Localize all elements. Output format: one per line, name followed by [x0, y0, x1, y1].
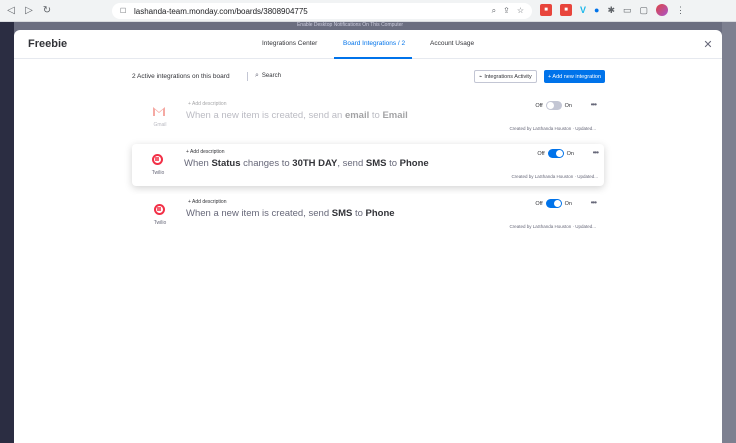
search-icon: ⌕: [255, 72, 259, 79]
app-left-rail: [0, 22, 14, 443]
more-icon[interactable]: •••: [593, 148, 599, 157]
forward-icon[interactable]: ▷: [22, 4, 36, 18]
twilio-icon: [151, 153, 163, 165]
recipe-sentence[interactable]: When a new item is created, send an emai…: [186, 110, 408, 121]
sidebar-icon[interactable]: ▭: [623, 5, 632, 16]
extension-icon[interactable]: ■: [540, 4, 552, 16]
tab-icon[interactable]: ▢: [640, 5, 649, 16]
search-button[interactable]: ⌕ Search: [255, 72, 281, 80]
gmail-icon: [153, 105, 165, 117]
active-integrations-count: 2 Active integrations on this board: [132, 73, 230, 80]
url-text: lashanda-team.monday.com/boards/38089047…: [134, 6, 308, 16]
created-by: Created by LaShanda Houston · Updated...: [509, 126, 596, 131]
integrations-modal: Freebie Integrations Center Board Integr…: [14, 30, 722, 443]
close-icon[interactable]: ✕: [702, 38, 714, 51]
activity-icon: ⌁: [479, 73, 483, 80]
twilio-icon: [153, 203, 165, 215]
integration-toggle-group: Off On: [535, 199, 572, 208]
toggle-on-label: On: [564, 200, 572, 207]
toggle-off-label: Off: [535, 200, 543, 207]
integration-card-gmail[interactable]: Gmail + Add description When a new item …: [134, 96, 602, 138]
search-label: Search: [261, 73, 281, 79]
integration-card-twilio-new-item[interactable]: Twilio + Add description When a new item…: [134, 194, 602, 236]
more-icon[interactable]: •••: [591, 198, 597, 207]
recipe-sentence[interactable]: When a new item is created, send SMS to …: [186, 208, 395, 219]
address-bar[interactable]: ☐ lashanda-team.monday.com/boards/380890…: [112, 3, 532, 19]
add-description-link[interactable]: + Add description: [188, 199, 227, 205]
recipe-sentence[interactable]: When Status changes to 30TH DAY, send SM…: [184, 158, 429, 169]
tab-account-usage[interactable]: Account Usage: [430, 40, 474, 47]
add-integration-button[interactable]: + Add new integration: [544, 70, 606, 83]
integration-toggle[interactable]: [545, 199, 562, 208]
toggle-off-label: Off: [537, 150, 545, 157]
extension-icon[interactable]: ●: [594, 5, 599, 15]
app-right-rail: [722, 22, 736, 443]
notification-banner: Enable Desktop Notifications On This Com…: [296, 22, 404, 28]
service-name: Gmail: [153, 122, 167, 128]
star-icon[interactable]: ☆: [517, 6, 524, 16]
bookmark-icon[interactable]: ☐: [120, 7, 128, 15]
puzzle-icon[interactable]: ✱: [607, 5, 615, 16]
tab-bar: Freebie Integrations Center Board Integr…: [14, 30, 722, 59]
reload-icon[interactable]: ↻: [40, 4, 54, 18]
toggle-off-label: Off: [535, 102, 543, 109]
active-tab-indicator: [334, 57, 412, 59]
browser-toolbar: ◁ ▷ ↻ ☐ lashanda-team.monday.com/boards/…: [0, 0, 736, 22]
toggle-on-label: On: [566, 150, 574, 157]
created-by: Created by LaShanda Houston · Updated...: [509, 224, 596, 229]
service-name: Twilio: [153, 220, 167, 226]
vimeo-icon[interactable]: V: [580, 5, 586, 15]
toolbar-divider: [247, 72, 248, 81]
integrations-activity-label: Integrations Activity: [484, 73, 532, 80]
menu-icon[interactable]: ⋮: [676, 5, 685, 16]
integration-toggle-group: Off On: [537, 149, 574, 158]
add-description-link[interactable]: + Add description: [188, 101, 227, 107]
integration-toggle[interactable]: [545, 101, 562, 110]
back-icon[interactable]: ◁: [4, 4, 18, 18]
toggle-on-label: On: [564, 102, 572, 109]
share-icon[interactable]: ⇪: [503, 6, 510, 16]
extensions-bar: ■ ■ V ● ✱ ▭ ▢ ⋮: [540, 4, 685, 16]
created-by: Created by LaShanda Houston · Updated...: [511, 174, 598, 179]
integration-toggle[interactable]: [547, 149, 564, 158]
add-description-link[interactable]: + Add description: [186, 149, 225, 155]
integration-card-twilio-status[interactable]: Twilio + Add description When Status cha…: [132, 144, 604, 186]
more-icon[interactable]: •••: [591, 100, 597, 109]
integration-toggle-group: Off On: [535, 101, 572, 110]
service-name: Twilio: [151, 170, 165, 176]
tab-board-integrations[interactable]: Board Integrations / 2: [343, 40, 405, 47]
extension-icon[interactable]: ■: [560, 4, 572, 16]
zoom-icon[interactable]: ⌕: [492, 6, 496, 16]
integrations-activity-button[interactable]: ⌁ Integrations Activity: [474, 70, 537, 83]
tab-integrations-center[interactable]: Integrations Center: [262, 40, 317, 47]
profile-avatar[interactable]: [656, 4, 669, 16]
modal-title: Freebie: [28, 38, 68, 50]
